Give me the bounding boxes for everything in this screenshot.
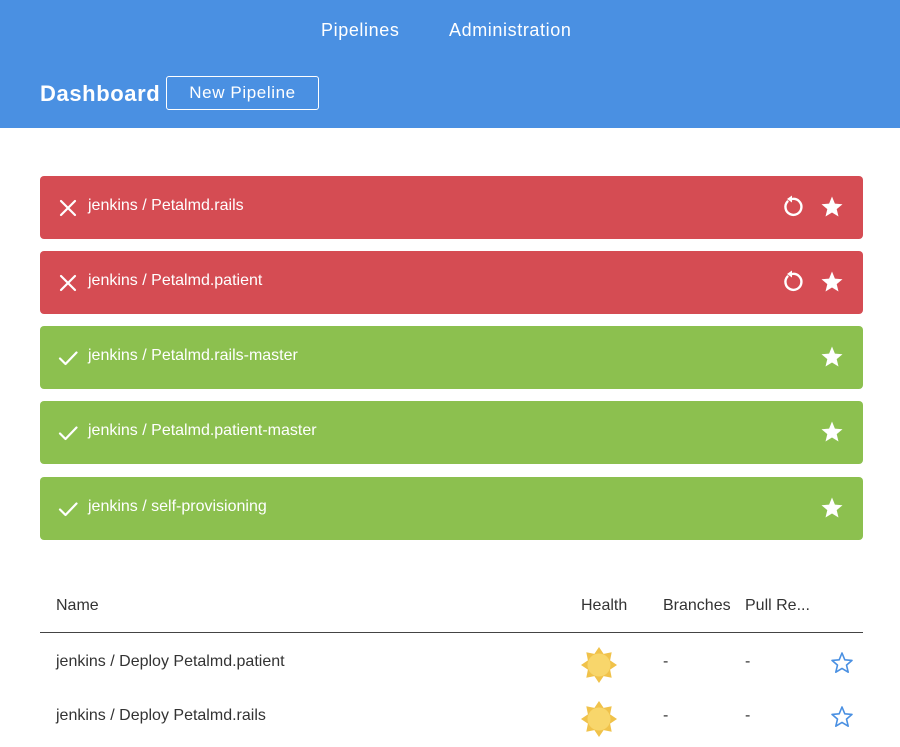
sunny-weather-icon [581,647,617,683]
pipeline-name[interactable]: jenkins / Deploy Petalmd.patient [56,653,285,671]
x-icon [59,274,77,292]
favorite-card-name: jenkins / Petalmd.rails [88,197,244,214]
nav-pipelines-link[interactable]: Pipelines [321,20,399,41]
star-filled-icon[interactable] [820,420,844,444]
check-icon [58,502,78,517]
column-header-pull-requests[interactable]: Pull Re... [745,597,810,615]
top-header: Pipelines Administration Dashboard New P… [0,0,900,128]
x-icon [59,199,77,217]
pipeline-name[interactable]: jenkins / Deploy Petalmd.rails [56,707,266,725]
favorite-card-name: jenkins / self-provisioning [88,498,267,515]
favorite-card-name: jenkins / Petalmd.rails-master [88,347,298,364]
favorite-card-name: jenkins / Petalmd.patient [88,272,263,289]
table-row[interactable]: jenkins / Deploy Petalmd.rails - - [40,691,863,745]
nav-administration-link[interactable]: Administration [449,20,571,41]
favorite-card[interactable]: jenkins / Petalmd.patient-master [40,401,863,464]
new-pipeline-button[interactable]: New Pipeline [166,76,319,110]
star-filled-icon[interactable] [820,195,844,219]
star-outline-icon[interactable] [830,705,854,729]
favorite-card[interactable]: jenkins / Petalmd.rails [40,176,863,239]
column-header-health[interactable]: Health [581,597,627,615]
star-filled-icon[interactable] [820,345,844,369]
pull-requests-count: - [745,653,751,670]
table-row[interactable]: jenkins / Deploy Petalmd.patient - - [40,637,863,691]
pull-requests-count: - [745,707,751,724]
favorite-card[interactable]: jenkins / Petalmd.patient [40,251,863,314]
replay-icon[interactable] [780,270,804,294]
check-icon [58,426,78,441]
column-header-name[interactable]: Name [56,597,99,615]
star-filled-icon[interactable] [820,496,844,520]
replay-icon[interactable] [780,195,804,219]
column-header-branches[interactable]: Branches [663,597,731,615]
favorite-card[interactable]: jenkins / self-provisioning [40,477,863,540]
check-icon [58,351,78,366]
star-outline-icon[interactable] [830,651,854,675]
star-filled-icon[interactable] [820,270,844,294]
branches-count: - [663,653,669,670]
pipelines-table-header: Name Health Branches Pull Re... [40,585,863,633]
sunny-weather-icon [581,701,617,737]
page-title: Dashboard [40,81,161,106]
favorite-card-name: jenkins / Petalmd.patient-master [88,422,317,439]
branches-count: - [663,707,669,724]
favorite-card[interactable]: jenkins / Petalmd.rails-master [40,326,863,389]
